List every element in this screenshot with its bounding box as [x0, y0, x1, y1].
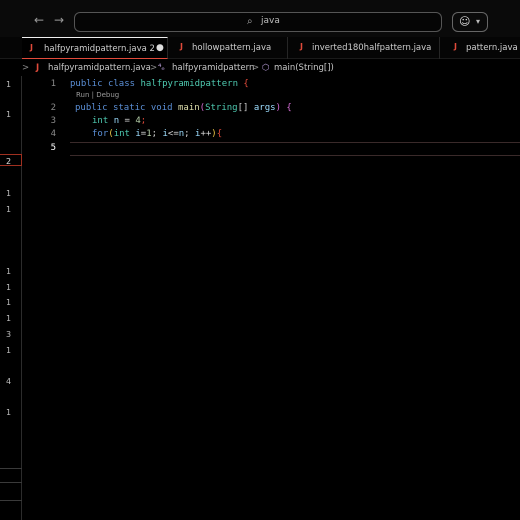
line-number: 5 [50, 143, 56, 153]
divider [0, 500, 22, 501]
search-icon: ⌕ [247, 16, 253, 27]
tab-halfpyramidpattern[interactable]: J halfpyramidpattern.java 2 ● [22, 37, 168, 59]
gutter-count: 1 [6, 283, 12, 292]
modified-dot-icon[interactable]: ● [156, 43, 164, 53]
breadcrumb-class[interactable]: halfpyramidpattern [172, 63, 254, 73]
search-text: java [261, 16, 280, 26]
breadcrumb-separator: > [150, 63, 158, 73]
gutter-count: 1 [6, 314, 12, 323]
method-symbol-icon: ⬡ [262, 63, 270, 73]
code-line-3: int n = 4; [92, 116, 147, 126]
gutter-count: 1 [6, 205, 12, 214]
title-bar: ← → ⌕ java ☺ ▾ [0, 0, 520, 40]
tab-pattern[interactable]: J pattern.java 1 [440, 37, 520, 59]
line-number: 1 [50, 79, 56, 89]
chevron-down-icon: ▾ [476, 17, 481, 26]
gutter-count: 3 [6, 330, 12, 339]
gutter-count: 1 [6, 110, 12, 119]
copilot-icon: ☺ [459, 15, 471, 28]
gutter-count: 4 [6, 377, 12, 386]
class-symbol-icon: ⁴ₑ [158, 63, 165, 73]
tab-label: hollowpattern.java [192, 43, 272, 53]
breadcrumb-separator: > [22, 63, 30, 73]
current-line-highlight [70, 142, 520, 156]
left-panel-gutter: 1 1 2 1 1 1 1 1 1 3 1 4 1 [0, 76, 22, 520]
gutter-count: 1 [6, 267, 12, 276]
tab-inverted180halfpattern[interactable]: J inverted180halfpattern.java [288, 37, 440, 59]
codelens-run-debug[interactable]: Run | Debug [76, 91, 119, 99]
line-number: 3 [50, 116, 56, 126]
copilot-button[interactable]: ☺ ▾ [452, 12, 488, 32]
tab-label: inverted180halfpattern.java [312, 43, 432, 53]
line-number: 2 [50, 103, 56, 113]
code-line-4: for(int i=1; i<=n; i++){ [92, 129, 223, 139]
gutter-count: 1 [6, 298, 12, 307]
divider [0, 482, 22, 483]
java-file-icon: J [36, 63, 40, 73]
divider [0, 468, 22, 469]
code-line-1: public class halfpyramidpattern { [70, 79, 249, 89]
tab-label: halfpyramidpattern.java 2 [44, 44, 155, 54]
breadcrumb-file[interactable]: halfpyramidpattern.java [48, 63, 151, 73]
code-line-2: public static void main(String[] args) { [75, 103, 292, 113]
editor-tabs: J halfpyramidpattern.java 2 ● J hollowpa… [0, 37, 520, 59]
java-file-icon: J [30, 43, 33, 52]
error-marker [0, 154, 22, 166]
code-editor[interactable]: 1 2 3 4 5 public class halfpyramidpatter… [22, 76, 520, 520]
breadcrumb-separator: > [252, 63, 260, 73]
gutter-count: 1 [6, 346, 12, 355]
java-file-icon: J [454, 42, 457, 51]
command-center-search[interactable]: ⌕ java [74, 12, 442, 32]
gutter-count: 1 [6, 80, 12, 89]
gutter-count: 1 [6, 408, 12, 417]
java-file-icon: J [300, 42, 303, 51]
breadcrumb-method[interactable]: main(String[]) [274, 63, 334, 73]
tab-hollowpattern[interactable]: J hollowpattern.java [168, 37, 288, 59]
arrow-right-icon[interactable]: → [54, 14, 64, 26]
gutter-count: 1 [6, 189, 12, 198]
breadcrumb: > J halfpyramidpattern.java > ⁴ₑ halfpyr… [0, 60, 520, 76]
line-number: 4 [50, 129, 56, 139]
java-file-icon: J [180, 42, 183, 51]
tab-label: pattern.java 1 [466, 43, 520, 53]
arrow-left-icon[interactable]: ← [34, 14, 44, 26]
